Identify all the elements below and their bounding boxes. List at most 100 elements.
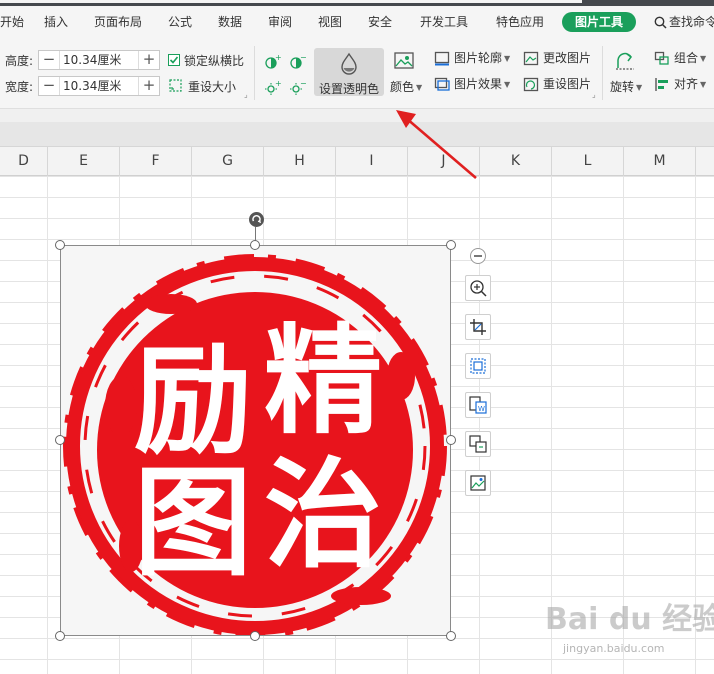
seal-char-li: 励: [134, 332, 252, 470]
search-command[interactable]: 查找命令: [654, 12, 714, 32]
rotate-handle[interactable]: [249, 212, 264, 227]
column-header-e[interactable]: E: [48, 147, 120, 176]
height-value[interactable]: 10.34厘米: [63, 52, 121, 69]
svg-text:−: −: [300, 54, 307, 62]
width-stepper[interactable]: − 10.34厘米 +: [38, 76, 160, 96]
column-header-m[interactable]: M: [624, 147, 696, 176]
collapse-toolbar-button[interactable]: [470, 248, 486, 264]
group-icon[interactable]: [654, 51, 670, 66]
seal-char-tu: 图: [134, 454, 252, 592]
width-increase-button[interactable]: +: [138, 77, 159, 95]
resize-handle-bottom[interactable]: [250, 631, 260, 641]
brightness-increase-icon[interactable]: +: [264, 80, 282, 96]
tab-insert[interactable]: 插入: [44, 12, 68, 32]
tab-special[interactable]: 特色应用: [496, 12, 544, 32]
selected-picture[interactable]: 励 精 图 治: [60, 245, 451, 638]
width-value[interactable]: 10.34厘米: [63, 78, 121, 95]
lock-ratio-label[interactable]: 锁定纵横比: [184, 52, 244, 69]
picture-effect-icon[interactable]: [434, 77, 450, 92]
lock-ratio-checkbox[interactable]: [168, 54, 180, 66]
resize-handle-top[interactable]: [250, 240, 260, 250]
chevron-down-icon: ▼: [504, 80, 511, 89]
picture-effect-dropdown[interactable]: 图片效果 ▼: [454, 76, 510, 93]
reset-picture-button[interactable]: 重设图片: [543, 76, 591, 92]
chevron-down-icon: ▼: [700, 54, 707, 63]
resize-handle-top-right[interactable]: [446, 240, 456, 250]
picture-edit-icon: [470, 475, 486, 491]
chevron-down-icon: ▼: [700, 80, 707, 89]
resize-handle-bottom-right[interactable]: [446, 631, 456, 641]
tab-view[interactable]: 视图: [318, 12, 342, 32]
height-decrease-button[interactable]: −: [39, 51, 60, 69]
ribbon-separator: [254, 46, 255, 100]
align-icon[interactable]: [654, 77, 670, 92]
picture-outline-dropdown[interactable]: 图片轮廓 ▼: [454, 50, 510, 67]
picture-color-icon[interactable]: [393, 50, 415, 72]
height-stepper[interactable]: − 10.34厘米 +: [38, 50, 160, 70]
contrast-decrease-icon[interactable]: −: [289, 54, 307, 70]
column-header-d[interactable]: D: [0, 147, 48, 176]
seal-image: 励 精 图 治: [63, 254, 447, 638]
seal-char-zhi: 治: [264, 446, 382, 584]
brightness-decrease-icon[interactable]: −: [289, 80, 307, 96]
column-header-h[interactable]: H: [264, 147, 336, 176]
picture-translate-button[interactable]: [465, 431, 491, 457]
size-group-launcher[interactable]: ⌟: [244, 90, 248, 99]
column-header-l[interactable]: L: [552, 147, 624, 176]
search-command-label: 查找命令: [669, 15, 714, 29]
picture-to-word-button[interactable]: W: [465, 392, 491, 418]
align-dropdown[interactable]: 对齐 ▼: [674, 76, 706, 93]
picture-more-button[interactable]: [465, 470, 491, 496]
set-transparent-color-button[interactable]: 设置透明色: [314, 48, 384, 96]
width-decrease-button[interactable]: −: [39, 77, 60, 95]
color-label: 颜色: [390, 80, 415, 94]
reset-size-label[interactable]: 重设大小: [188, 78, 236, 95]
reset-picture-icon[interactable]: [523, 77, 539, 92]
resize-handle-left[interactable]: [55, 435, 65, 445]
rotate-dropdown[interactable]: 旋转 ▼: [610, 79, 642, 96]
picture-outline-icon[interactable]: [434, 51, 450, 66]
tab-security[interactable]: 安全: [368, 12, 392, 32]
seal-char-jing: 精: [264, 312, 382, 450]
ribbon-bottom-strip: [0, 108, 714, 123]
crop-button[interactable]: [465, 314, 491, 340]
tab-formula[interactable]: 公式: [168, 12, 192, 32]
tab-home[interactable]: 开始: [0, 12, 24, 32]
annotation-arrow-icon: [396, 110, 477, 179]
svg-text:+: +: [275, 54, 282, 62]
picture-enhance-button[interactable]: [465, 353, 491, 379]
watermark-brand: Bai du 经验: [545, 602, 714, 637]
change-picture-button[interactable]: 更改图片: [543, 50, 591, 66]
zoom-in-button[interactable]: [465, 275, 491, 301]
rotate-icon[interactable]: [614, 50, 636, 72]
picture-effect-label: 图片效果: [454, 77, 503, 91]
tab-picture-tools[interactable]: 图片工具: [562, 12, 636, 32]
chevron-down-icon: ▼: [636, 83, 643, 92]
resize-handle-top-left[interactable]: [55, 240, 65, 250]
tab-developer[interactable]: 开发工具: [420, 12, 468, 32]
enhance-icon: [470, 358, 486, 374]
checkmark-icon: [169, 56, 179, 64]
contrast-increase-icon[interactable]: +: [264, 54, 282, 70]
height-increase-button[interactable]: +: [138, 51, 159, 69]
resize-handle-right[interactable]: [446, 435, 456, 445]
column-header-k[interactable]: K: [480, 147, 552, 176]
tab-review[interactable]: 审阅: [268, 12, 292, 32]
picture-group-launcher[interactable]: ⌟: [592, 90, 596, 99]
set-transparent-color-label: 设置透明色: [318, 82, 379, 96]
column-header-f[interactable]: F: [120, 147, 192, 176]
svg-text:+: +: [275, 80, 282, 88]
search-icon: [654, 16, 667, 29]
ribbon-separator: [602, 46, 603, 100]
column-header-g[interactable]: G: [192, 147, 264, 176]
reset-size-icon[interactable]: [168, 78, 183, 93]
translate-icon: [469, 435, 487, 453]
tab-data[interactable]: 数据: [218, 12, 242, 32]
svg-text:W: W: [478, 405, 485, 413]
group-dropdown[interactable]: 组合 ▼: [674, 50, 706, 67]
color-dropdown[interactable]: 颜色 ▼: [390, 79, 422, 96]
chevron-down-icon: ▼: [504, 54, 511, 63]
tab-page-layout[interactable]: 页面布局: [94, 12, 142, 32]
change-picture-icon[interactable]: [523, 51, 539, 66]
resize-handle-bottom-left[interactable]: [55, 631, 65, 641]
